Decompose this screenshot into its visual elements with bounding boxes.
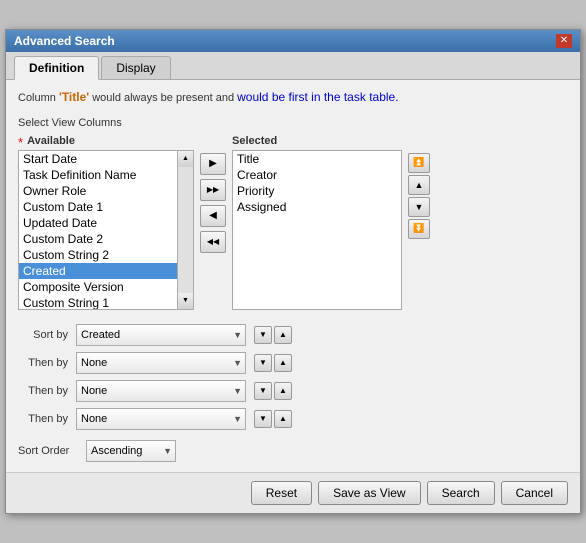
list-item[interactable]: Start Date <box>19 151 177 167</box>
available-list-wrapper: Start Date Task Definition Name Owner Ro… <box>18 150 194 310</box>
cancel-button[interactable]: Cancel <box>501 481 568 505</box>
list-item[interactable]: Composite Version <box>19 279 177 295</box>
available-scrollbar: ▲ ▼ <box>178 150 194 310</box>
advanced-search-dialog: Advanced Search ✕ Definition Display Col… <box>5 29 581 514</box>
then-by-3-arrows: ▼ ▲ <box>254 410 292 428</box>
then-by-2-asc-button[interactable]: ▲ <box>274 382 292 400</box>
then-by-2-select[interactable]: None Title Creator Priority Assigned Cre… <box>76 380 246 402</box>
available-label: Available <box>27 135 75 147</box>
section-label: Select View Columns <box>18 117 568 129</box>
list-item[interactable]: Creator <box>233 167 401 183</box>
then-by-2-select-wrapper: None Title Creator Priority Assigned Cre… <box>76 380 246 402</box>
then-by-1-select[interactable]: None Title Creator Priority Assigned Cre… <box>76 352 246 374</box>
move-left-one-button[interactable]: ◀ <box>200 205 226 227</box>
reset-button[interactable]: Reset <box>251 481 312 505</box>
move-bottom-button[interactable]: ⏬ <box>408 219 430 239</box>
move-top-button[interactable]: ⏫ <box>408 153 430 173</box>
list-item[interactable]: Owner Role <box>19 183 177 199</box>
then-by-3-select-wrapper: None Title Creator Priority Assigned Cre… <box>76 408 246 430</box>
sort-by-desc-button[interactable]: ▼ <box>254 326 272 344</box>
sort-by-row: Sort by None Title Creator Priority Assi… <box>18 324 568 346</box>
save-as-view-button[interactable]: Save as View <box>318 481 421 505</box>
move-all-right-button[interactable]: ▶▶ <box>200 179 226 201</box>
list-item[interactable]: Updated Date <box>19 215 177 231</box>
sort-order-label: Sort Order <box>18 445 78 457</box>
then-by-2-desc-button[interactable]: ▼ <box>254 382 272 400</box>
sort-order-select[interactable]: Ascending Descending <box>86 440 176 462</box>
then-by-1-select-wrapper: None Title Creator Priority Assigned Cre… <box>76 352 246 374</box>
then-by-1-desc-button[interactable]: ▼ <box>254 354 272 372</box>
search-button[interactable]: Search <box>427 481 495 505</box>
list-item[interactable]: Custom Date 1 <box>19 199 177 215</box>
sort-by-asc-button[interactable]: ▲ <box>274 326 292 344</box>
list-item[interactable]: Title <box>233 151 401 167</box>
then-by-3-desc-button[interactable]: ▼ <box>254 410 272 428</box>
list-item[interactable]: Custom Date 2 <box>19 231 177 247</box>
sort-section: Sort by None Title Creator Priority Assi… <box>18 324 568 430</box>
available-header: * Available <box>18 135 194 150</box>
sort-by-label: Sort by <box>18 329 68 341</box>
sort-by-select-wrapper: None Title Creator Priority Assigned Cre… <box>76 324 246 346</box>
then-by-3-label: Then by <box>18 413 68 425</box>
list-item[interactable]: Priority <box>233 183 401 199</box>
move-up-button[interactable]: ▲ <box>408 175 430 195</box>
move-right-one-button[interactable]: ▶ <box>200 153 226 175</box>
sort-by-select[interactable]: None Title Creator Priority Assigned Cre… <box>76 324 246 346</box>
then-by-1-asc-button[interactable]: ▲ <box>274 354 292 372</box>
tab-definition[interactable]: Definition <box>14 56 99 80</box>
required-asterisk: * <box>18 135 23 150</box>
columns-area: * Available Start Date Task Definition N… <box>18 135 568 310</box>
then-by-1-arrows: ▼ ▲ <box>254 354 292 372</box>
then-by-3-row: Then by None Title Creator Priority Assi… <box>18 408 568 430</box>
order-arrows: ⏫ ▲ ▼ ⏬ <box>408 153 430 239</box>
list-item[interactable]: Assigned <box>233 199 401 215</box>
title-highlight: 'Title' <box>59 90 89 104</box>
sort-order-select-wrapper: Ascending Descending <box>86 440 176 462</box>
close-icon[interactable]: ✕ <box>556 34 572 48</box>
list-item[interactable]: Custom String 2 <box>19 247 177 263</box>
then-by-1-label: Then by <box>18 357 68 369</box>
list-item[interactable]: Task Definition Name <box>19 167 177 183</box>
scroll-down-button[interactable]: ▼ <box>178 293 193 309</box>
move-down-button[interactable]: ▼ <box>408 197 430 217</box>
sort-order-row: Sort Order Ascending Descending <box>18 440 568 462</box>
move-buttons: ▶ ▶▶ ◀ ◀◀ <box>198 153 228 253</box>
tab-bar: Definition Display <box>6 52 580 80</box>
then-by-2-arrows: ▼ ▲ <box>254 382 292 400</box>
then-by-3-asc-button[interactable]: ▲ <box>274 410 292 428</box>
then-by-2-label: Then by <box>18 385 68 397</box>
then-by-3-select[interactable]: None Title Creator Priority Assigned Cre… <box>76 408 246 430</box>
selected-label: Selected <box>232 135 402 147</box>
available-list[interactable]: Start Date Task Definition Name Owner Ro… <box>18 150 178 310</box>
tab-display[interactable]: Display <box>101 56 170 79</box>
first-highlight: would be first in the task table. <box>237 90 398 104</box>
footer: Reset Save as View Search Cancel <box>6 472 580 513</box>
list-item-selected[interactable]: Created <box>19 263 177 279</box>
title-bar: Advanced Search ✕ <box>6 30 580 52</box>
move-all-left-button[interactable]: ◀◀ <box>200 231 226 253</box>
scroll-up-button[interactable]: ▲ <box>178 151 193 167</box>
dialog-title: Advanced Search <box>14 34 115 48</box>
info-text: Column 'Title' would always be present a… <box>18 88 568 107</box>
then-by-1-row: Then by None Title Creator Priority Assi… <box>18 352 568 374</box>
selected-list[interactable]: Title Creator Priority Assigned <box>232 150 402 310</box>
list-item[interactable]: Custom String 1 <box>19 295 177 310</box>
available-group: * Available Start Date Task Definition N… <box>18 135 194 310</box>
selected-group: Selected Title Creator Priority Assigned <box>232 135 402 310</box>
sort-by-arrows: ▼ ▲ <box>254 326 292 344</box>
then-by-2-row: Then by None Title Creator Priority Assi… <box>18 380 568 402</box>
main-content: Column 'Title' would always be present a… <box>6 80 580 472</box>
